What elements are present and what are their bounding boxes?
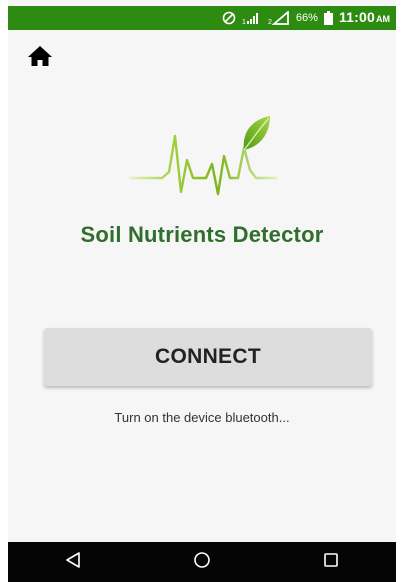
clock-time: 11:00 — [338, 9, 375, 25]
signal-sim2-icon: 2 — [268, 11, 290, 25]
svg-text:1: 1 — [242, 19, 246, 25]
bluetooth-status-text: Turn on the device bluetooth... — [114, 410, 290, 425]
battery-percent: 66% — [295, 12, 318, 24]
navigation-bar — [8, 542, 396, 582]
status-bar: 1 2 66% 11:00AM — [8, 6, 396, 30]
svg-text:2: 2 — [268, 19, 272, 25]
clock: 11:00AM — [339, 9, 390, 27]
do-not-disturb-icon — [222, 11, 236, 25]
home-icon — [27, 45, 53, 72]
app-title: Soil Nutrients Detector — [80, 222, 324, 247]
recents-button[interactable] — [311, 542, 351, 582]
home-nav-button[interactable] — [182, 542, 222, 582]
app-screen: 1 2 66% 11:00AM Soil Nutrients Detector … — [8, 0, 396, 582]
signal-sim1-icon: 1 — [242, 11, 262, 25]
heartbeat-leaf-logo — [128, 114, 278, 200]
home-button[interactable] — [24, 44, 56, 72]
back-button[interactable] — [53, 542, 93, 582]
recents-icon — [322, 551, 340, 574]
back-icon — [64, 551, 82, 574]
connect-button[interactable]: CONNECT — [44, 328, 372, 386]
clock-am-pm: AM — [376, 14, 390, 24]
home-circle-icon — [193, 551, 211, 574]
battery-icon — [323, 11, 333, 25]
